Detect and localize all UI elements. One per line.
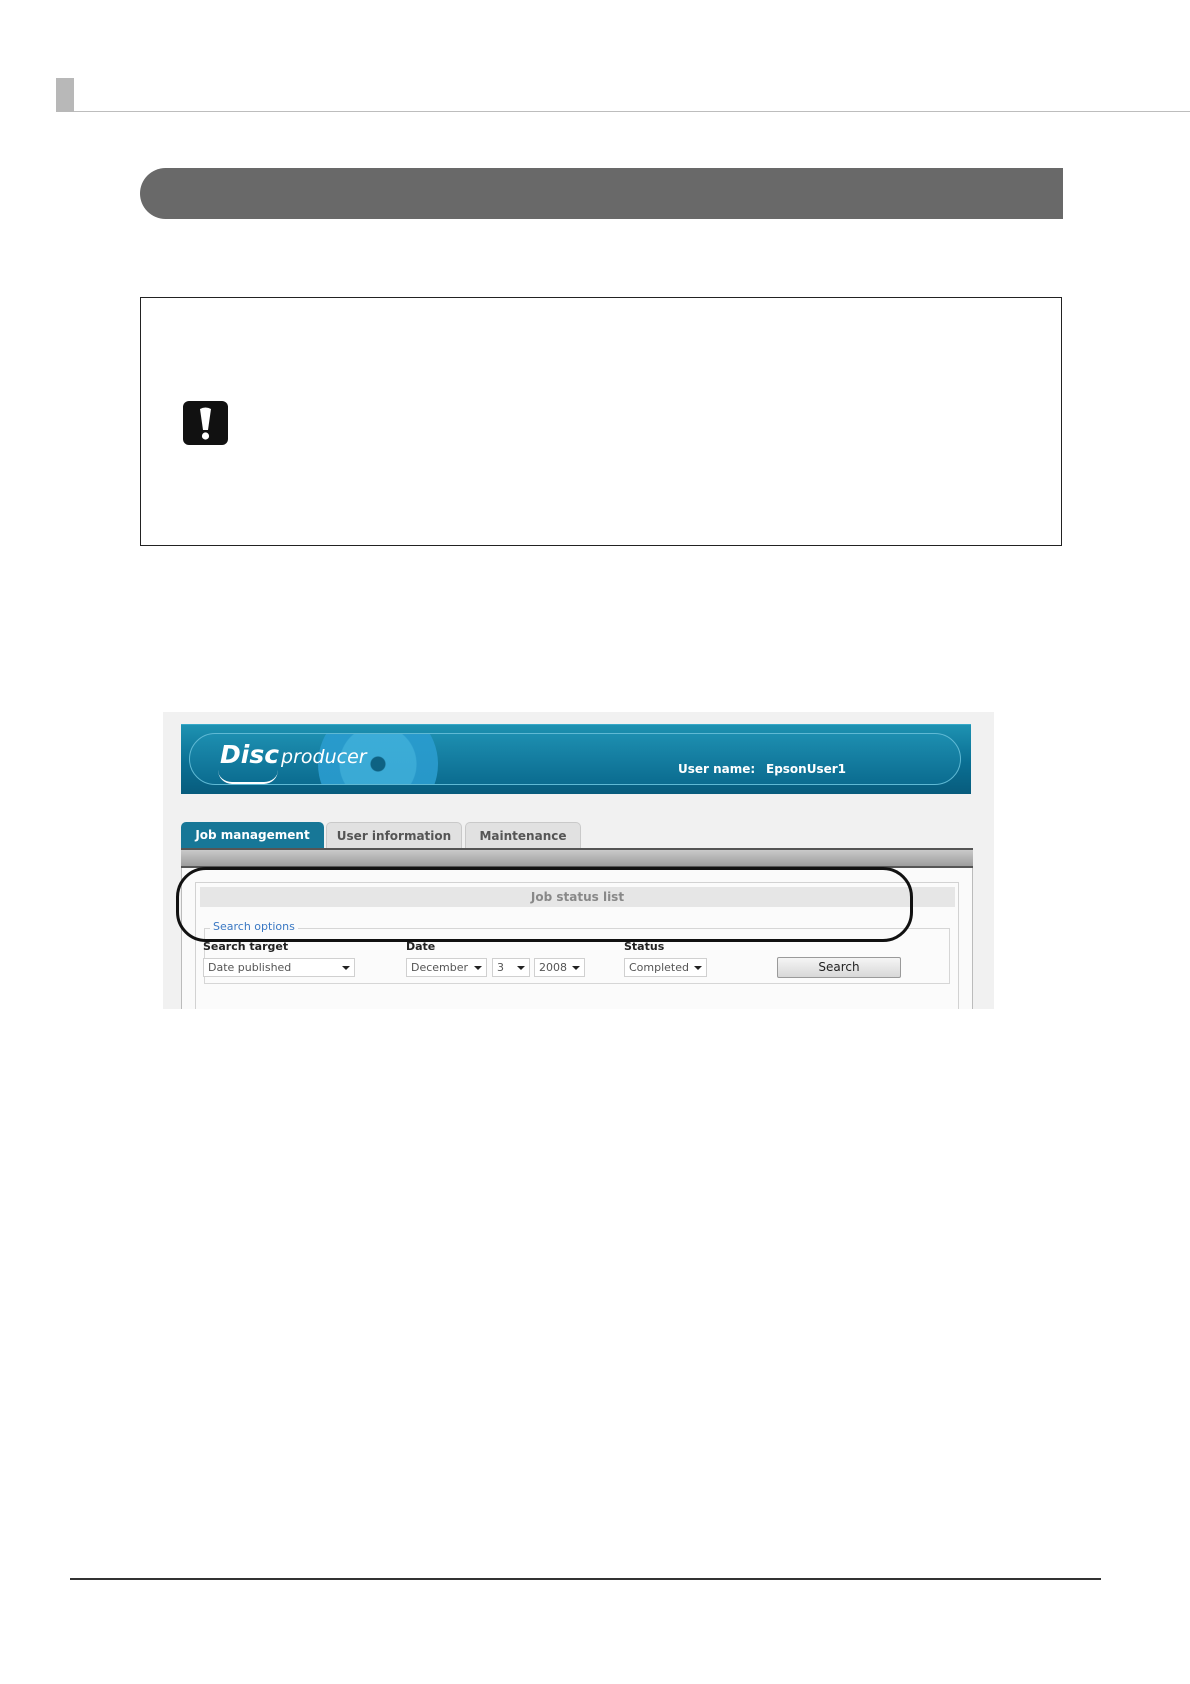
user-name-value: EpsonUser1 <box>766 762 847 776</box>
chevron-down-icon <box>342 966 350 970</box>
logo-swoosh <box>218 770 278 784</box>
chevron-down-icon <box>572 966 580 970</box>
search-target-value: Date published <box>208 961 292 974</box>
search-target-select[interactable]: Date published <box>203 958 355 977</box>
app-screenshot: Disc producer User name: EpsonUser1 Job m… <box>163 712 994 1009</box>
year-select[interactable]: 2008 <box>534 958 585 977</box>
exclamation-icon <box>183 401 228 445</box>
logo-producer-text: producer <box>281 746 367 768</box>
month-value: December <box>411 961 469 974</box>
app-banner: Disc producer User name: EpsonUser1 <box>181 724 971 794</box>
status-select[interactable]: Completed <box>624 958 707 977</box>
logo-disc-text: Disc <box>220 740 280 769</box>
highlight-ring <box>176 867 913 942</box>
chevron-down-icon <box>474 966 482 970</box>
section-heading-bar <box>140 168 1063 219</box>
tab-strip <box>181 848 973 868</box>
page-footer-rule <box>70 1578 1101 1580</box>
tab-job-management[interactable]: Job management <box>181 822 324 848</box>
chevron-down-icon <box>694 966 702 970</box>
tab-maintenance[interactable]: Maintenance <box>465 822 581 848</box>
banner-capsule: Disc producer User name: EpsonUser1 <box>189 733 961 785</box>
search-button[interactable]: Search <box>777 957 901 978</box>
chevron-down-icon <box>517 966 525 970</box>
app-logo: Disc producer <box>220 740 367 769</box>
important-note-box <box>140 297 1062 546</box>
status-value: Completed <box>629 961 689 974</box>
month-select[interactable]: December <box>406 958 487 977</box>
day-value: 3 <box>497 961 504 974</box>
page-header-rule <box>74 111 1190 112</box>
year-value: 2008 <box>539 961 567 974</box>
tab-user-information[interactable]: User information <box>326 822 462 848</box>
page-header-marker <box>56 78 74 112</box>
day-select[interactable]: 3 <box>492 958 530 977</box>
user-name-label: User name: <box>678 762 756 776</box>
